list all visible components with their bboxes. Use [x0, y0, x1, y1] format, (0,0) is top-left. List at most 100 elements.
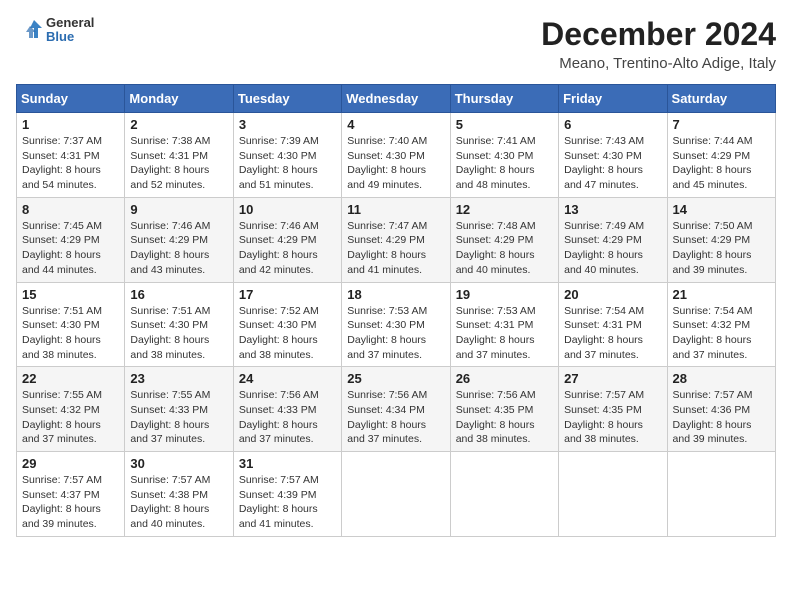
day-number: 23	[130, 371, 227, 386]
logo-general: General	[46, 16, 94, 30]
day-number: 20	[564, 287, 661, 302]
day-info: Sunrise: 7:57 AM Sunset: 4:39 PM Dayligh…	[239, 473, 336, 532]
day-cell-25: 25 Sunrise: 7:56 AM Sunset: 4:34 PM Dayl…	[342, 367, 450, 452]
week-row-2: 8 Sunrise: 7:45 AM Sunset: 4:29 PM Dayli…	[17, 197, 776, 282]
header: General Blue December 2024 Meano, Trenti…	[16, 16, 776, 72]
day-info: Sunrise: 7:50 AM Sunset: 4:29 PM Dayligh…	[673, 219, 770, 278]
day-info: Sunrise: 7:53 AM Sunset: 4:31 PM Dayligh…	[456, 304, 553, 363]
day-number: 18	[347, 287, 444, 302]
day-info: Sunrise: 7:57 AM Sunset: 4:37 PM Dayligh…	[22, 473, 119, 532]
day-cell-16: 16 Sunrise: 7:51 AM Sunset: 4:30 PM Dayl…	[125, 282, 233, 367]
day-info: Sunrise: 7:57 AM Sunset: 4:36 PM Dayligh…	[673, 388, 770, 447]
weekday-header-wednesday: Wednesday	[342, 85, 450, 113]
weekday-header-friday: Friday	[559, 85, 667, 113]
day-info: Sunrise: 7:38 AM Sunset: 4:31 PM Dayligh…	[130, 134, 227, 193]
day-cell-26: 26 Sunrise: 7:56 AM Sunset: 4:35 PM Dayl…	[450, 367, 558, 452]
day-info: Sunrise: 7:47 AM Sunset: 4:29 PM Dayligh…	[347, 219, 444, 278]
day-cell-19: 19 Sunrise: 7:53 AM Sunset: 4:31 PM Dayl…	[450, 282, 558, 367]
calendar-table: SundayMondayTuesdayWednesdayThursdayFrid…	[16, 84, 776, 537]
empty-cell	[667, 452, 775, 537]
day-cell-17: 17 Sunrise: 7:52 AM Sunset: 4:30 PM Dayl…	[233, 282, 341, 367]
day-number: 2	[130, 117, 227, 132]
day-cell-24: 24 Sunrise: 7:56 AM Sunset: 4:33 PM Dayl…	[233, 367, 341, 452]
week-row-1: 1 Sunrise: 7:37 AM Sunset: 4:31 PM Dayli…	[17, 113, 776, 198]
day-info: Sunrise: 7:46 AM Sunset: 4:29 PM Dayligh…	[130, 219, 227, 278]
weekday-header-tuesday: Tuesday	[233, 85, 341, 113]
week-row-5: 29 Sunrise: 7:57 AM Sunset: 4:37 PM Dayl…	[17, 452, 776, 537]
week-row-4: 22 Sunrise: 7:55 AM Sunset: 4:32 PM Dayl…	[17, 367, 776, 452]
day-cell-27: 27 Sunrise: 7:57 AM Sunset: 4:35 PM Dayl…	[559, 367, 667, 452]
weekday-header-thursday: Thursday	[450, 85, 558, 113]
day-cell-4: 4 Sunrise: 7:40 AM Sunset: 4:30 PM Dayli…	[342, 113, 450, 198]
day-cell-1: 1 Sunrise: 7:37 AM Sunset: 4:31 PM Dayli…	[17, 113, 125, 198]
week-row-3: 15 Sunrise: 7:51 AM Sunset: 4:30 PM Dayl…	[17, 282, 776, 367]
day-cell-10: 10 Sunrise: 7:46 AM Sunset: 4:29 PM Dayl…	[233, 197, 341, 282]
day-info: Sunrise: 7:57 AM Sunset: 4:38 PM Dayligh…	[130, 473, 227, 532]
day-number: 17	[239, 287, 336, 302]
day-number: 21	[673, 287, 770, 302]
weekday-header-sunday: Sunday	[17, 85, 125, 113]
weekday-header-monday: Monday	[125, 85, 233, 113]
day-number: 1	[22, 117, 119, 132]
day-info: Sunrise: 7:46 AM Sunset: 4:29 PM Dayligh…	[239, 219, 336, 278]
day-cell-21: 21 Sunrise: 7:54 AM Sunset: 4:32 PM Dayl…	[667, 282, 775, 367]
day-cell-6: 6 Sunrise: 7:43 AM Sunset: 4:30 PM Dayli…	[559, 113, 667, 198]
day-info: Sunrise: 7:53 AM Sunset: 4:30 PM Dayligh…	[347, 304, 444, 363]
day-info: Sunrise: 7:54 AM Sunset: 4:32 PM Dayligh…	[673, 304, 770, 363]
day-info: Sunrise: 7:51 AM Sunset: 4:30 PM Dayligh…	[22, 304, 119, 363]
day-info: Sunrise: 7:44 AM Sunset: 4:29 PM Dayligh…	[673, 134, 770, 193]
day-cell-8: 8 Sunrise: 7:45 AM Sunset: 4:29 PM Dayli…	[17, 197, 125, 282]
day-cell-30: 30 Sunrise: 7:57 AM Sunset: 4:38 PM Dayl…	[125, 452, 233, 537]
day-number: 29	[22, 456, 119, 471]
day-info: Sunrise: 7:48 AM Sunset: 4:29 PM Dayligh…	[456, 219, 553, 278]
day-info: Sunrise: 7:56 AM Sunset: 4:33 PM Dayligh…	[239, 388, 336, 447]
day-number: 24	[239, 371, 336, 386]
day-cell-5: 5 Sunrise: 7:41 AM Sunset: 4:30 PM Dayli…	[450, 113, 558, 198]
logo-container: General Blue	[16, 16, 94, 45]
logo: General Blue	[16, 16, 94, 45]
day-number: 6	[564, 117, 661, 132]
day-number: 19	[456, 287, 553, 302]
day-info: Sunrise: 7:52 AM Sunset: 4:30 PM Dayligh…	[239, 304, 336, 363]
day-info: Sunrise: 7:54 AM Sunset: 4:31 PM Dayligh…	[564, 304, 661, 363]
day-cell-11: 11 Sunrise: 7:47 AM Sunset: 4:29 PM Dayl…	[342, 197, 450, 282]
day-info: Sunrise: 7:57 AM Sunset: 4:35 PM Dayligh…	[564, 388, 661, 447]
day-cell-18: 18 Sunrise: 7:53 AM Sunset: 4:30 PM Dayl…	[342, 282, 450, 367]
day-number: 12	[456, 202, 553, 217]
calendar-subtitle: Meano, Trentino-Alto Adige, Italy	[541, 55, 776, 72]
weekday-header-row: SundayMondayTuesdayWednesdayThursdayFrid…	[17, 85, 776, 113]
day-info: Sunrise: 7:49 AM Sunset: 4:29 PM Dayligh…	[564, 219, 661, 278]
empty-cell	[450, 452, 558, 537]
day-number: 30	[130, 456, 227, 471]
day-number: 26	[456, 371, 553, 386]
day-info: Sunrise: 7:56 AM Sunset: 4:35 PM Dayligh…	[456, 388, 553, 447]
day-cell-28: 28 Sunrise: 7:57 AM Sunset: 4:36 PM Dayl…	[667, 367, 775, 452]
day-cell-20: 20 Sunrise: 7:54 AM Sunset: 4:31 PM Dayl…	[559, 282, 667, 367]
day-info: Sunrise: 7:43 AM Sunset: 4:30 PM Dayligh…	[564, 134, 661, 193]
day-number: 10	[239, 202, 336, 217]
empty-cell	[342, 452, 450, 537]
day-cell-14: 14 Sunrise: 7:50 AM Sunset: 4:29 PM Dayl…	[667, 197, 775, 282]
day-cell-31: 31 Sunrise: 7:57 AM Sunset: 4:39 PM Dayl…	[233, 452, 341, 537]
day-number: 4	[347, 117, 444, 132]
day-info: Sunrise: 7:45 AM Sunset: 4:29 PM Dayligh…	[22, 219, 119, 278]
day-info: Sunrise: 7:41 AM Sunset: 4:30 PM Dayligh…	[456, 134, 553, 193]
day-cell-23: 23 Sunrise: 7:55 AM Sunset: 4:33 PM Dayl…	[125, 367, 233, 452]
day-cell-12: 12 Sunrise: 7:48 AM Sunset: 4:29 PM Dayl…	[450, 197, 558, 282]
day-cell-22: 22 Sunrise: 7:55 AM Sunset: 4:32 PM Dayl…	[17, 367, 125, 452]
logo-blue: Blue	[46, 30, 94, 44]
day-cell-15: 15 Sunrise: 7:51 AM Sunset: 4:30 PM Dayl…	[17, 282, 125, 367]
title-section: December 2024 Meano, Trentino-Alto Adige…	[541, 16, 776, 72]
day-cell-3: 3 Sunrise: 7:39 AM Sunset: 4:30 PM Dayli…	[233, 113, 341, 198]
day-number: 27	[564, 371, 661, 386]
day-info: Sunrise: 7:55 AM Sunset: 4:33 PM Dayligh…	[130, 388, 227, 447]
day-number: 13	[564, 202, 661, 217]
empty-cell	[559, 452, 667, 537]
day-cell-13: 13 Sunrise: 7:49 AM Sunset: 4:29 PM Dayl…	[559, 197, 667, 282]
day-info: Sunrise: 7:39 AM Sunset: 4:30 PM Dayligh…	[239, 134, 336, 193]
weekday-header-saturday: Saturday	[667, 85, 775, 113]
day-cell-29: 29 Sunrise: 7:57 AM Sunset: 4:37 PM Dayl…	[17, 452, 125, 537]
day-cell-7: 7 Sunrise: 7:44 AM Sunset: 4:29 PM Dayli…	[667, 113, 775, 198]
day-cell-2: 2 Sunrise: 7:38 AM Sunset: 4:31 PM Dayli…	[125, 113, 233, 198]
day-number: 7	[673, 117, 770, 132]
